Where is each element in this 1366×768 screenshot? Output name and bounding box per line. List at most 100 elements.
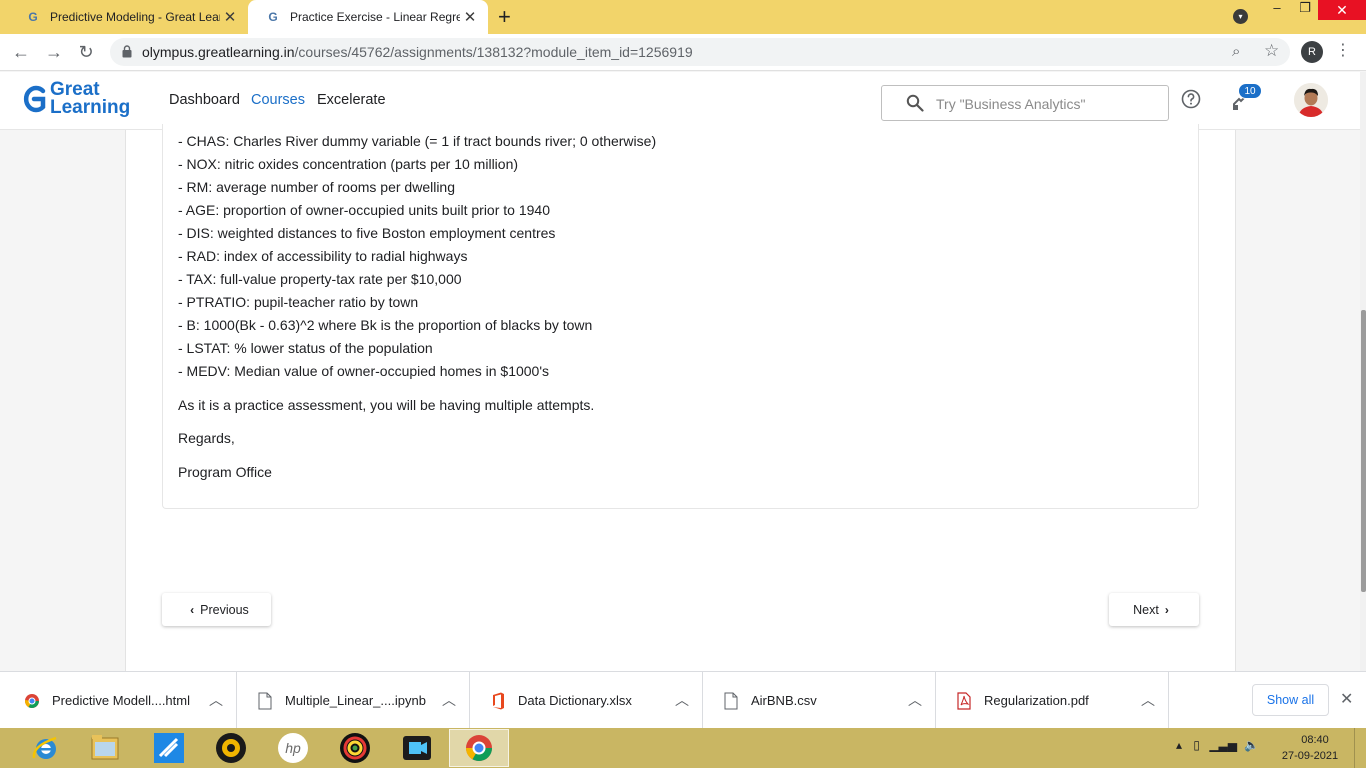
previous-label: Previous xyxy=(200,602,249,617)
browser-tab-predictive-modeling[interactable]: G Predictive Modeling - Great Lear ✕ xyxy=(8,0,248,34)
document-icon xyxy=(724,692,738,710)
chevron-up-icon[interactable]: ︿ xyxy=(908,690,922,710)
browser-toolbar: ← → ↻ olympus.greatlearning.in/courses/4… xyxy=(0,34,1366,71)
chevron-right-icon: › xyxy=(1164,602,1169,617)
browser-menu-icon[interactable]: ⋮ xyxy=(1335,40,1351,60)
download-filename: Predictive Modell....html xyxy=(52,693,190,708)
document-icon xyxy=(258,692,272,710)
variable-item: - TAX: full-value property-tax rate per … xyxy=(178,271,462,287)
download-filename: AirBNB.csv xyxy=(751,693,817,708)
internet-explorer-icon[interactable] xyxy=(16,729,76,767)
back-arrow-icon[interactable]: ← xyxy=(9,40,33,64)
close-tab-icon[interactable]: ✕ xyxy=(220,8,240,26)
svg-text:hp: hp xyxy=(285,740,301,756)
download-item[interactable]: AirBNB.csv ︿ xyxy=(703,672,936,729)
notification-badge: 10 xyxy=(1238,83,1262,99)
lock-icon xyxy=(122,45,132,58)
google-g-icon: G xyxy=(268,10,278,24)
search-input[interactable] xyxy=(936,94,1156,114)
zoom-icon[interactable]: ⌕ xyxy=(1232,43,1240,60)
variable-item: - AGE: proportion of owner-occupied unit… xyxy=(178,202,550,218)
profile-avatar[interactable]: R xyxy=(1301,41,1323,63)
clock-time[interactable]: 08:40 xyxy=(1290,734,1340,746)
search-icon xyxy=(906,94,924,112)
maximize-icon[interactable]: ❐ xyxy=(1290,0,1320,20)
url-text: olympus.greatlearning.in/courses/45762/a… xyxy=(142,44,693,60)
nav-dashboard[interactable]: Dashboard xyxy=(169,92,240,108)
windows-taskbar: hp ▴ ▯ ▁▃▅ 🔈 08:40 27-09-2021 xyxy=(0,728,1366,768)
show-all-downloads-button[interactable]: Show all xyxy=(1252,684,1329,716)
media-app-icon[interactable] xyxy=(201,729,261,767)
url-path: /courses/45762/assignments/138132?module… xyxy=(294,44,693,60)
chevron-up-icon[interactable]: ︿ xyxy=(209,690,223,710)
hp-icon[interactable]: hp xyxy=(263,729,323,767)
chevron-up-icon[interactable]: ︿ xyxy=(675,690,689,710)
variable-item: - NOX: nitric oxides concentration (part… xyxy=(178,156,519,172)
scrollbar-thumb[interactable] xyxy=(1361,310,1366,592)
clock-date[interactable]: 27-09-2021 xyxy=(1278,750,1342,762)
chevron-up-icon[interactable]: ︿ xyxy=(442,690,456,710)
network-icon[interactable]: ▁▃▅ xyxy=(1209,738,1237,752)
address-bar[interactable]: olympus.greatlearning.in/courses/45762/a… xyxy=(110,38,1290,66)
tab-title: Predictive Modeling - Great Lear xyxy=(50,10,220,24)
logo-text-line2: Learning xyxy=(50,97,131,118)
logo-g-mark xyxy=(23,85,46,113)
user-avatar[interactable] xyxy=(1294,83,1328,117)
variable-item: - RM: average number of rooms per dwelli… xyxy=(178,179,456,195)
volume-icon[interactable]: 🔈 xyxy=(1244,738,1259,752)
dvd-app-icon[interactable] xyxy=(325,729,385,767)
practice-note: As it is a practice assessment, you will… xyxy=(178,397,595,413)
site-search-box[interactable] xyxy=(881,85,1169,121)
chrome-file-icon xyxy=(25,694,39,708)
variable-item: - MEDV: Median value of owner-occupied h… xyxy=(178,363,550,379)
variable-item: - B: 1000(Bk - 0.63)^2 where Bk is the p… xyxy=(178,317,593,333)
great-learning-logo[interactable]: Great Learning xyxy=(22,80,132,124)
close-tab-icon[interactable]: ✕ xyxy=(460,8,480,26)
next-button[interactable]: Next › xyxy=(1109,593,1199,626)
window-close-icon[interactable]: ✕ xyxy=(1318,0,1366,20)
previous-button[interactable]: ‹ Previous xyxy=(162,593,271,626)
office-icon xyxy=(493,692,504,710)
show-desktop-button[interactable] xyxy=(1354,728,1366,768)
close-icon[interactable]: ✕ xyxy=(1340,689,1353,709)
nav-courses[interactable]: Courses xyxy=(251,92,305,108)
variable-item: - PTRATIO: pupil-teacher ratio by town xyxy=(178,294,419,310)
file-explorer-icon[interactable] xyxy=(75,729,135,767)
chevron-down-icon[interactable]: ▾ xyxy=(1233,9,1248,24)
variable-item: - LSTAT: % lower status of the populatio… xyxy=(178,340,433,356)
download-shelf: Predictive Modell....html ︿ Multiple_Lin… xyxy=(0,671,1366,729)
new-tab-button[interactable]: + xyxy=(498,4,511,30)
download-item[interactable]: Regularization.pdf ︿ xyxy=(936,672,1169,729)
pdf-icon xyxy=(957,692,971,710)
nav-excelerate[interactable]: Excelerate xyxy=(317,92,386,108)
signature-text: Program Office xyxy=(178,464,272,480)
system-tray[interactable]: ▴ ▯ ▁▃▅ 🔈 xyxy=(1176,738,1259,752)
browser-tab-practice-exercise[interactable]: G Practice Exercise - Linear Regress ✕ xyxy=(248,0,488,34)
download-filename: Data Dictionary.xlsx xyxy=(518,693,632,708)
battery-icon[interactable]: ▯ xyxy=(1193,738,1200,752)
browser-tab-strip: G Predictive Modeling - Great Lear ✕ G P… xyxy=(0,0,1366,34)
download-item[interactable]: Multiple_Linear_....ipynb ︿ xyxy=(237,672,470,729)
chevron-up-icon[interactable]: ︿ xyxy=(1141,690,1155,710)
forward-arrow-icon[interactable]: → xyxy=(42,40,66,64)
video-app-icon[interactable] xyxy=(387,729,447,767)
reload-icon[interactable]: ↻ xyxy=(74,40,98,64)
minimize-icon[interactable]: – xyxy=(1262,0,1292,20)
regards-text: Regards, xyxy=(178,430,235,446)
site-header: Great Learning Dashboard Courses Exceler… xyxy=(0,72,1360,130)
chrome-taskbar-icon[interactable] xyxy=(449,729,509,767)
download-filename: Regularization.pdf xyxy=(984,693,1089,708)
next-label: Next xyxy=(1133,602,1159,617)
app-blue-icon[interactable] xyxy=(139,729,199,767)
google-g-icon: G xyxy=(28,10,38,24)
chevron-left-icon: ‹ xyxy=(190,602,195,617)
tray-expand-icon[interactable]: ▴ xyxy=(1176,738,1182,752)
download-filename: Multiple_Linear_....ipynb xyxy=(285,693,426,708)
tab-title: Practice Exercise - Linear Regress xyxy=(290,10,460,24)
bookmark-star-icon[interactable]: ☆ xyxy=(1264,41,1279,61)
download-item[interactable]: Predictive Modell....html ︿ xyxy=(4,672,237,729)
download-item[interactable]: Data Dictionary.xlsx ︿ xyxy=(470,672,703,729)
variable-item: - DIS: weighted distances to five Boston… xyxy=(178,225,556,241)
variable-item: - RAD: index of accessibility to radial … xyxy=(178,248,468,264)
help-icon[interactable] xyxy=(1181,89,1201,109)
